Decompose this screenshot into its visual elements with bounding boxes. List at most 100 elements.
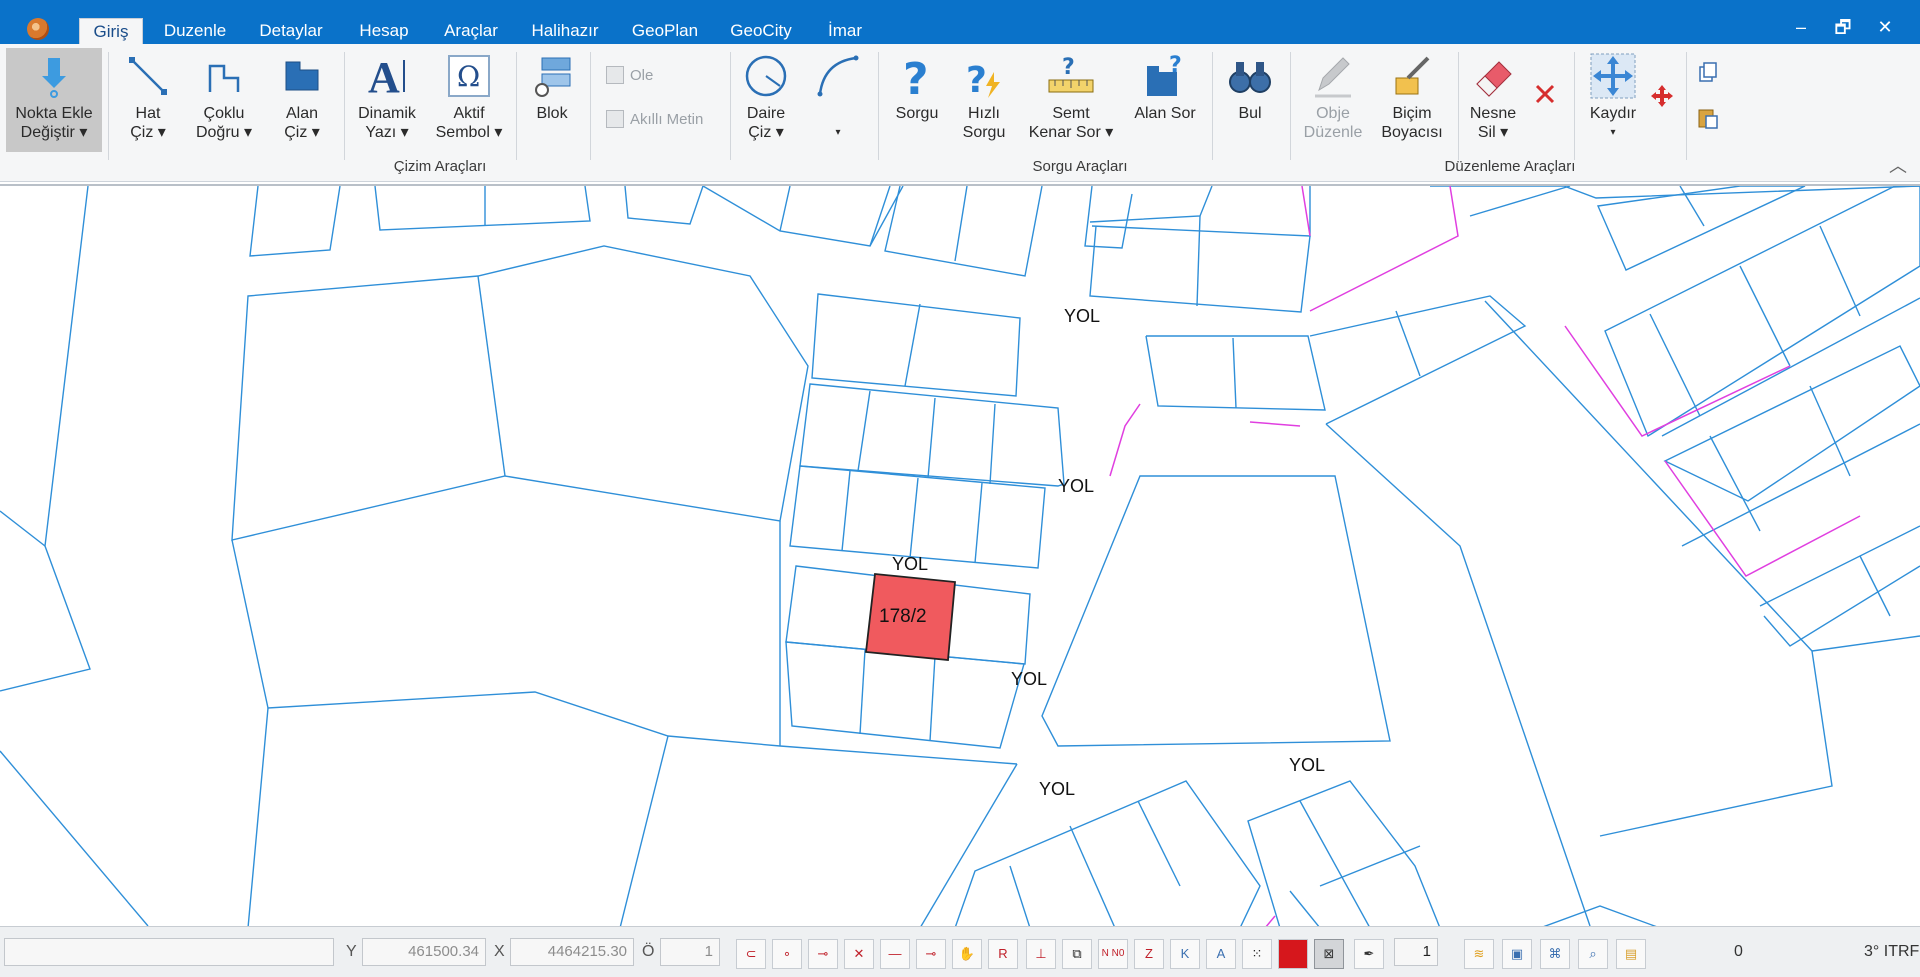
tab-geoplan[interactable]: GeoPlan bbox=[630, 18, 700, 44]
tab-geocity[interactable]: GeoCity bbox=[728, 18, 794, 44]
tab-hesap[interactable]: Hesap bbox=[354, 18, 414, 44]
line-snap-icon[interactable]: — bbox=[880, 939, 910, 969]
hizli-sorgu-button[interactable]: ? Hızlı Sorgu bbox=[956, 48, 1012, 142]
tab-giris[interactable]: Giriş bbox=[79, 18, 143, 44]
akilli-metin-button[interactable]: Akıllı Metin bbox=[606, 110, 703, 128]
road-label: YOL bbox=[1289, 755, 1326, 775]
semt-kenar-label: Semt bbox=[1052, 105, 1090, 122]
svg-text:?: ? bbox=[1062, 55, 1075, 80]
color-swatch-button[interactable] bbox=[1278, 939, 1308, 969]
sorgu-button[interactable]: ? Sorgu bbox=[886, 48, 948, 123]
alan-ciz-button[interactable]: Alan Çiz ▾ bbox=[272, 48, 332, 142]
daire-ciz-button[interactable]: Daire Çiz ▾ bbox=[738, 48, 794, 142]
minimize-button[interactable]: – bbox=[1788, 14, 1814, 40]
alan-sor-button[interactable]: ? Alan Sor bbox=[1130, 48, 1200, 123]
move-red-button[interactable] bbox=[1648, 84, 1676, 113]
separator bbox=[1290, 52, 1291, 160]
paste-icon bbox=[1698, 109, 1718, 129]
eraser-icon bbox=[1476, 61, 1512, 97]
group-label-cizim: Çizim Araçları bbox=[393, 158, 487, 175]
kaydir-caret[interactable]: ▾ bbox=[1582, 123, 1644, 142]
open-folder-icon[interactable]: ▤ bbox=[1616, 939, 1646, 969]
app-logo-icon[interactable] bbox=[27, 18, 49, 40]
delete-x-button[interactable] bbox=[1530, 82, 1560, 111]
tab-detaylar[interactable]: Detaylar bbox=[256, 18, 326, 44]
nesne-sil-button[interactable]: Nesne Sil ▾ bbox=[1462, 48, 1524, 142]
intersection-snap-icon[interactable]: ✕ bbox=[844, 939, 874, 969]
map-canvas[interactable]: YOL YOL YOL YOL YOL YOL 178/2 bbox=[0, 184, 1920, 926]
area-query-icon: ? bbox=[1147, 53, 1182, 96]
arc-dropdown-caret[interactable]: ▾ bbox=[808, 123, 868, 142]
dynamic-text-icon: A bbox=[368, 53, 405, 100]
x-coord-field[interactable]: 4464215.30 bbox=[510, 938, 634, 966]
tab-araclar[interactable]: Araçlar bbox=[440, 18, 502, 44]
aktif-sembol-button[interactable]: Ω Aktif Sembol ▾ bbox=[434, 48, 504, 142]
nokta-ekle-degistir-button[interactable]: Nokta Ekle Değiştir ▾ bbox=[6, 48, 102, 152]
a-button[interactable]: A bbox=[1206, 939, 1236, 969]
area-draw-icon bbox=[285, 61, 319, 91]
obje-duzenle-button[interactable]: Obje Düzenle bbox=[1298, 48, 1368, 142]
status-message bbox=[4, 938, 334, 966]
y-coord-field[interactable]: 461500.34 bbox=[362, 938, 486, 966]
tab-duzenle[interactable]: Duzenle bbox=[160, 18, 230, 44]
o-label: Ö bbox=[642, 943, 655, 960]
edge-query-icon: ? bbox=[1048, 55, 1094, 93]
delete-x-icon bbox=[1535, 84, 1555, 104]
r-snap-button[interactable]: R bbox=[988, 939, 1018, 969]
overlap-icon[interactable]: ⧉ bbox=[1062, 939, 1092, 969]
n-no-button[interactable]: N N0 bbox=[1098, 939, 1128, 969]
network-icon[interactable]: ⌘ bbox=[1540, 939, 1570, 969]
nesne-sil-sublabel: Sil ▾ bbox=[1477, 124, 1509, 141]
daire-ciz-label: Daire bbox=[746, 105, 786, 122]
parcel-lines bbox=[0, 186, 1920, 926]
query-icon: ? bbox=[903, 54, 929, 100]
frame-icon[interactable]: ⊠ bbox=[1314, 939, 1344, 969]
separator bbox=[516, 52, 517, 160]
semt-kenar-sublabel: Kenar Sor ▾ bbox=[1028, 124, 1114, 141]
k-button[interactable]: K bbox=[1170, 939, 1200, 969]
hat-ciz-button[interactable]: Hat Çiz ▾ bbox=[118, 48, 178, 142]
kaydir-button[interactable]: Kaydır ▾ bbox=[1582, 48, 1644, 142]
point-snap-icon[interactable]: ∘ bbox=[772, 939, 802, 969]
hand-icon[interactable]: ✋ bbox=[952, 939, 982, 969]
line-weight-spinner[interactable]: 1 bbox=[1394, 938, 1438, 966]
group-label-sorgu: Sorgu Araçları bbox=[1032, 158, 1128, 175]
bicim-boyacisi-button[interactable]: Biçim Boyacısı bbox=[1376, 48, 1448, 142]
tab-imar[interactable]: İmar bbox=[822, 18, 868, 44]
svg-text:?: ? bbox=[966, 60, 987, 100]
close-button[interactable]: ✕ bbox=[1872, 14, 1898, 40]
end-snap-icon[interactable]: ⊸ bbox=[808, 939, 838, 969]
dinamik-yazi-button[interactable]: A Dinamik Yazı ▾ bbox=[352, 48, 422, 142]
layers-icon[interactable]: ≋ bbox=[1464, 939, 1494, 969]
hizli-sorgu-label: Hızlı bbox=[968, 105, 1000, 122]
blok-label: Blok bbox=[536, 105, 568, 122]
z-button[interactable]: Z bbox=[1134, 939, 1164, 969]
mid-snap-icon[interactable]: ⊸ bbox=[916, 939, 946, 969]
blok-button[interactable]: Blok bbox=[524, 48, 580, 123]
svg-text:A: A bbox=[368, 53, 400, 100]
coklu-dogru-label: Çoklu bbox=[203, 105, 245, 122]
collapse-ribbon-button[interactable]: ︿ bbox=[1886, 152, 1910, 178]
restore-button[interactable]: 🗗 bbox=[1830, 14, 1856, 40]
paste-button[interactable] bbox=[1694, 106, 1722, 135]
bul-label: Bul bbox=[1238, 105, 1262, 122]
perpendicular-icon[interactable]: ⊥ bbox=[1026, 939, 1056, 969]
bul-button[interactable]: Bul bbox=[1222, 48, 1278, 123]
parcel-map[interactable] bbox=[0, 186, 1920, 926]
aktif-sembol-label: Aktif bbox=[453, 105, 485, 122]
group-label-duzenleme: Düzenleme Araçları bbox=[1444, 158, 1576, 175]
ole-button[interactable]: Ole bbox=[606, 66, 653, 84]
coklu-dogru-button[interactable]: Çoklu Doğru ▾ bbox=[190, 48, 258, 142]
o-field[interactable]: 1 bbox=[660, 938, 720, 966]
pen-icon[interactable]: ✒ bbox=[1354, 939, 1384, 969]
image-icon[interactable]: ▣ bbox=[1502, 939, 1532, 969]
arc-draw-button[interactable]: ▾ bbox=[808, 48, 868, 142]
magnet-icon[interactable]: ⊂ bbox=[736, 939, 766, 969]
zoom-window-icon[interactable]: ⌕ bbox=[1578, 939, 1608, 969]
quick-query-icon: ? bbox=[966, 60, 1000, 100]
copy-button[interactable] bbox=[1694, 60, 1722, 89]
semt-kenar-sor-button[interactable]: ? Semt Kenar Sor ▾ bbox=[1022, 48, 1120, 142]
tab-halihazir[interactable]: Halihazır bbox=[530, 18, 600, 44]
sorgu-label: Sorgu bbox=[895, 105, 939, 122]
grid-dots-icon[interactable]: ⁙ bbox=[1242, 939, 1272, 969]
